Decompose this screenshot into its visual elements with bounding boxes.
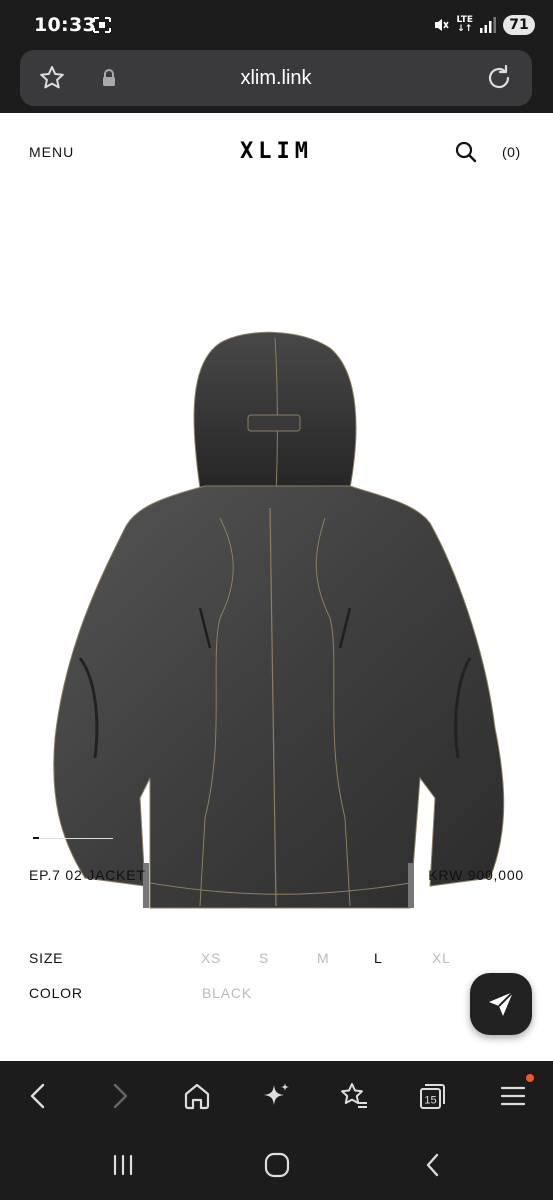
bookmarks-icon: [341, 1083, 367, 1108]
mute-icon: [435, 19, 450, 31]
signal-icon: [480, 17, 496, 33]
status-time: 10:33: [34, 14, 96, 36]
notification-dot: [526, 1074, 534, 1082]
jacket-illustration: [53, 331, 505, 909]
tabs-button[interactable]: 15: [416, 1079, 450, 1113]
size-option-xl[interactable]: XL: [432, 950, 451, 966]
color-label: COLOR: [29, 985, 83, 1001]
bookmarks-button[interactable]: [337, 1079, 371, 1113]
size-option-l[interactable]: L: [374, 950, 383, 966]
tab-count: 15: [424, 1095, 436, 1107]
reload-icon[interactable]: [484, 63, 514, 93]
size-option-s[interactable]: S: [259, 950, 269, 966]
forward-icon: [113, 1083, 128, 1109]
size-option-xs[interactable]: XS: [201, 950, 221, 966]
system-back-icon[interactable]: [418, 1150, 448, 1180]
product-name: EP.7 02 JACKET: [29, 867, 146, 883]
back-icon: [30, 1083, 45, 1109]
back-button[interactable]: [22, 1079, 56, 1113]
lte-icon: LTE ↓↑: [456, 16, 473, 34]
lte-arrows: ↓↑: [457, 24, 473, 34]
cart-button[interactable]: (0): [502, 144, 521, 160]
url-text[interactable]: xlim.link: [20, 67, 532, 90]
home-icon: [184, 1083, 210, 1110]
battery-icon: 71: [503, 15, 535, 35]
address-bar[interactable]: xlim.link: [20, 50, 532, 106]
forward-button[interactable]: [102, 1079, 136, 1113]
share-button[interactable]: [470, 973, 532, 1035]
send-arrow-icon: [489, 991, 514, 1016]
search-icon[interactable]: [455, 141, 477, 163]
menu-button-browser[interactable]: [496, 1079, 530, 1113]
screen-record-icon: [93, 17, 111, 33]
browser-toolbar: 15: [0, 1061, 553, 1136]
web-page: MENU XLIM (0) EP.7 02 JACKET KRW 900,000…: [0, 113, 553, 1061]
ai-button[interactable]: [259, 1079, 293, 1113]
site-header: MENU XLIM (0): [0, 113, 553, 193]
status-bar: 10:33 LTE ↓↑ 71: [0, 0, 553, 50]
size-option-m[interactable]: M: [317, 950, 329, 966]
home-circle-icon[interactable]: [262, 1150, 292, 1180]
gallery-indicator: [33, 837, 113, 839]
product-image[interactable]: [40, 218, 510, 918]
ai-sparkle-icon: [264, 1083, 289, 1105]
home-button[interactable]: [180, 1079, 214, 1113]
status-indicators: LTE ↓↑ 71: [432, 14, 535, 36]
size-label: SIZE: [29, 950, 64, 966]
gallery-indicator-active: [33, 837, 39, 839]
tabs-icon: 15: [420, 1084, 445, 1109]
color-option-black[interactable]: BLACK: [202, 985, 252, 1001]
recent-apps-icon[interactable]: [108, 1150, 138, 1180]
product-price: KRW 900,000: [428, 867, 524, 883]
menu-icon: [500, 1086, 526, 1106]
system-navigation: [0, 1136, 553, 1200]
